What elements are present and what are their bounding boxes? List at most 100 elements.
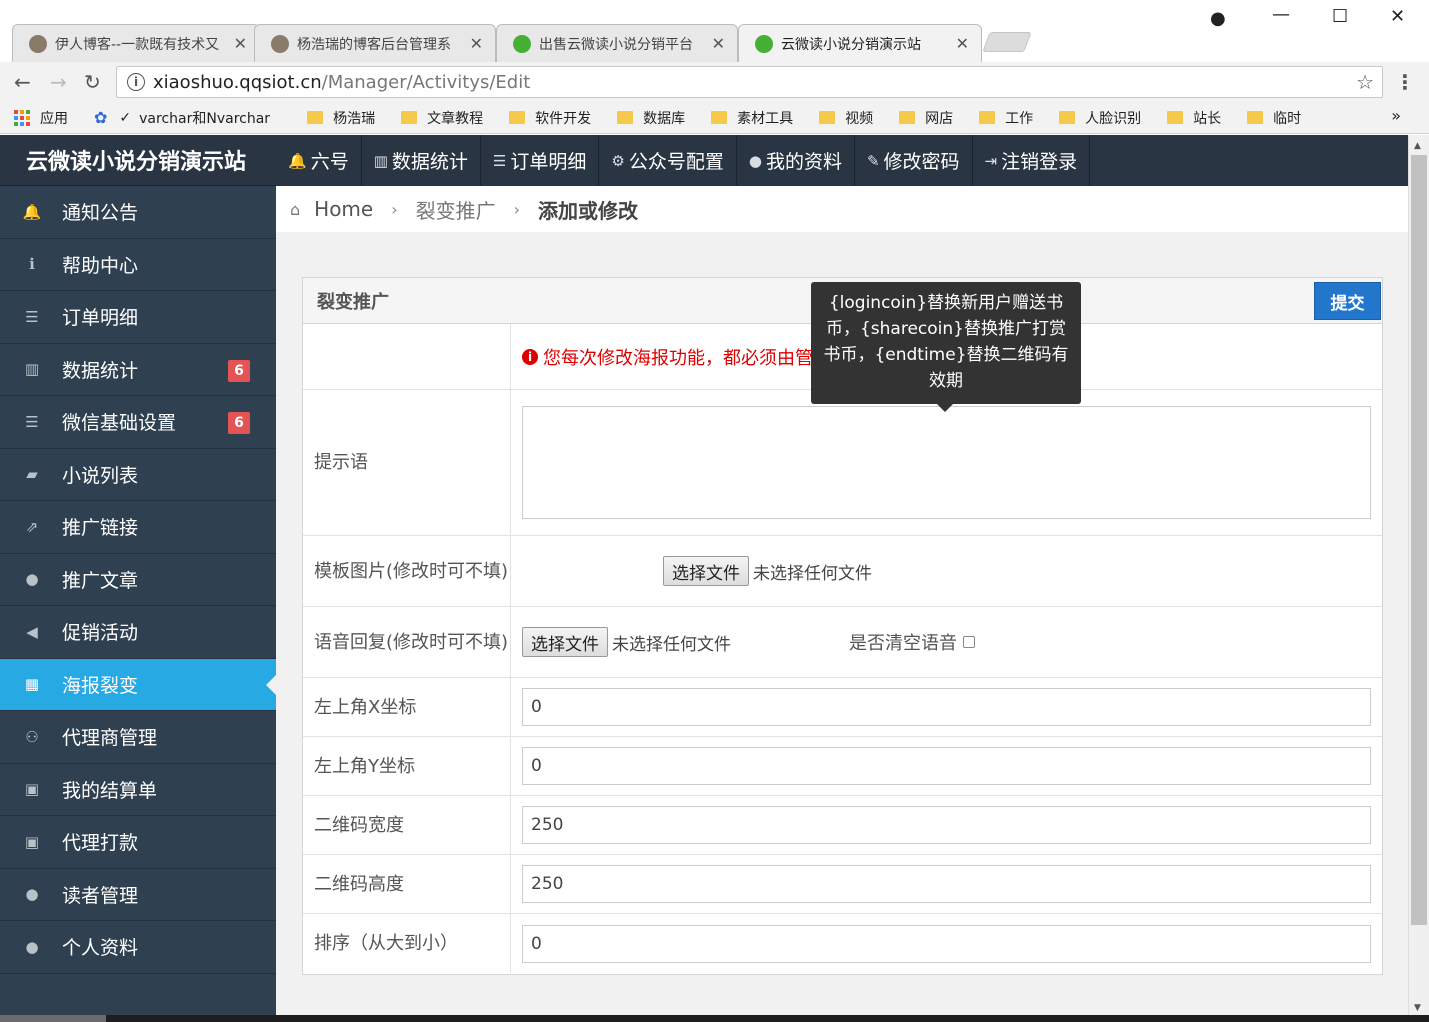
bookmark-folder[interactable]: 素材工具 — [711, 108, 793, 128]
share-icon: ⇗ — [25, 517, 39, 536]
bookmark-label: 网店 — [925, 110, 954, 127]
forward-arrow-icon[interactable]: → — [50, 70, 67, 94]
money-icon: ▣ — [24, 832, 40, 851]
info-icon[interactable]: i — [127, 73, 145, 91]
sidebar-item[interactable]: ▰ 小说列表 — [0, 449, 276, 501]
browser-tab-active[interactable]: 云微读小说分销演示站 ✕ — [738, 24, 982, 62]
profile-icon[interactable]: ● — [1210, 8, 1226, 29]
sidebar-item-label: 小说列表 — [62, 464, 139, 487]
sidebar-item[interactable]: ● 个人资料 — [0, 921, 276, 974]
topnav-item[interactable]: ☰ 订单明细 — [481, 135, 600, 186]
sidebar-item[interactable]: ℹ 帮助中心 — [0, 239, 276, 291]
sidebar-item[interactable]: ◀ 促销活动 — [0, 606, 276, 659]
bookmark-folder[interactable]: 视频 — [819, 108, 873, 128]
scroll-up-icon[interactable]: ▲ — [1414, 141, 1421, 151]
bookmark-label: 人脸识别 — [1085, 110, 1142, 127]
bookmark-folder[interactable]: 站长 — [1167, 108, 1221, 128]
bookmark-folder[interactable]: 文章教程 — [401, 108, 483, 128]
scrollbar-thumb[interactable] — [1411, 155, 1427, 925]
folder-icon — [899, 111, 916, 124]
clear-voice-checkbox[interactable] — [963, 636, 975, 648]
close-tab-icon[interactable]: ✕ — [712, 34, 725, 53]
bookmark-folder[interactable]: 数据库 — [617, 108, 685, 128]
paw-icon: ✿ — [94, 108, 108, 127]
close-tab-icon[interactable]: ✕ — [470, 34, 483, 53]
submit-button[interactable]: 提交 — [1314, 282, 1381, 320]
edit-icon: ✓ — [119, 109, 132, 126]
qr-height-input[interactable]: 250 — [522, 865, 1371, 903]
bookmark-varchar[interactable]: ✿ ✓ varchar和Nvarchar — [94, 108, 281, 128]
sidebar-item[interactable]: ▦ 海报裂变 — [0, 658, 276, 711]
topnav-label: 公众号配置 — [628, 151, 724, 173]
minimize-icon[interactable]: — — [1272, 4, 1290, 25]
browser-tab[interactable]: 杨浩瑞的博客后台管理系 ✕ — [254, 24, 496, 62]
bookmark-folder[interactable]: 人脸识别 — [1059, 108, 1141, 128]
back-arrow-icon[interactable]: ← — [14, 70, 31, 94]
sidebar-item[interactable]: ▣ 我的结算单 — [0, 764, 276, 816]
sidebar-item[interactable]: ● 推广文章 — [0, 554, 276, 606]
browser-menu-icon[interactable]: ⋮ — [1395, 70, 1415, 94]
sidebar-item[interactable]: ☰ 订单明细 — [0, 291, 276, 344]
close-tab-icon[interactable]: ✕ — [234, 34, 247, 53]
sidebar-item-label: 推广链接 — [62, 517, 139, 540]
template-choose-file-button[interactable]: 选择文件 — [663, 556, 749, 586]
window-close-icon[interactable]: ✕ — [1390, 6, 1405, 27]
sidebar-item-label: 推广文章 — [62, 569, 139, 592]
bookmark-folder[interactable]: 软件开发 — [509, 108, 591, 128]
sidebar-item[interactable]: ☰ 微信基础设置 6 — [0, 396, 276, 449]
sidebar-item[interactable]: ⇗ 推广链接 — [0, 501, 276, 554]
prompt-textarea[interactable] — [522, 406, 1371, 519]
sidebar-item[interactable]: 🔔 通知公告 — [0, 186, 276, 239]
comment-icon: ● — [25, 570, 39, 589]
scroll-down-icon[interactable]: ▼ — [1414, 1003, 1421, 1013]
bookmark-folder[interactable]: 杨浩瑞 — [307, 108, 375, 128]
topnav-label: 订单明细 — [510, 151, 587, 173]
bookmark-folder[interactable]: 临时 — [1247, 108, 1301, 128]
browser-tab[interactable]: 伊人博客--一款既有技术又 ✕ — [12, 24, 260, 62]
topnav-item[interactable]: ⇥ 注销登录 — [973, 135, 1091, 186]
sidebar-item[interactable]: ⚇ 代理商管理 — [0, 711, 276, 764]
sidebar-item[interactable]: ▣ 代理打款 — [0, 816, 276, 869]
x-coord-input[interactable]: 0 — [522, 688, 1371, 726]
bookmark-folder[interactable]: 工作 — [979, 108, 1033, 128]
new-tab-button[interactable] — [982, 32, 1032, 52]
brand-title[interactable]: 云微读小说分销演示站 — [0, 135, 276, 186]
topnav-label: 六号 — [310, 151, 349, 173]
address-bar[interactable]: i xiaoshuo.qqsiot.cn/Manager/Activitys/E… — [116, 66, 1383, 98]
sidebar-item-label: 订单明细 — [62, 307, 139, 330]
folder-icon — [711, 111, 728, 124]
topnav-item[interactable]: ✎ 修改密码 — [855, 135, 973, 186]
browser-tab[interactable]: 出售云微读小说分销平台 ✕ — [496, 24, 738, 62]
y-coord-input[interactable]: 0 — [522, 747, 1371, 785]
sidebar: 云微读小说分销演示站 🔔 通知公告 ℹ 帮助中心 ☰ 订单明细 ▥ 数据统计 6 ☰ 微信基础设置 6… — [0, 135, 276, 1015]
apps-grid-icon — [14, 109, 30, 126]
book-icon: ▰ — [26, 465, 38, 484]
close-tab-icon[interactable]: ✕ — [956, 34, 969, 53]
topnav-item[interactable]: ● 我的资料 — [737, 135, 855, 186]
maximize-icon[interactable]: ☐ — [1332, 6, 1348, 27]
wechat-favicon-icon — [755, 34, 773, 53]
wechat-favicon-icon — [513, 34, 531, 53]
reload-icon[interactable]: ↻ — [84, 70, 101, 94]
bookmark-apps[interactable]: 应用 — [14, 108, 68, 128]
bookmarks-bar: 应用 ✿ ✓ varchar和Nvarchar 杨浩瑞 文章教程 软件开发 数据… — [0, 102, 1429, 134]
bookmark-folder[interactable]: 网店 — [899, 108, 953, 128]
topnav-item[interactable]: ⚙ 公众号配置 — [599, 135, 737, 186]
sidebar-item-label: 促销活动 — [62, 622, 139, 645]
breadcrumb-parent[interactable]: 裂变推广 — [416, 195, 496, 224]
breadcrumb-home[interactable]: Home — [314, 197, 373, 221]
topnav-item[interactable]: ▥ 数据统计 — [362, 135, 481, 186]
voice-choose-file-button[interactable]: 选择文件 — [522, 627, 608, 657]
topnav-label: 数据统计 — [391, 151, 468, 173]
more-bookmarks-icon[interactable]: » — [1391, 106, 1401, 125]
sidebar-item[interactable]: ▥ 数据统计 6 — [0, 344, 276, 396]
topnav-item[interactable]: 🔔 六号 — [276, 135, 362, 186]
sidebar-item[interactable]: ● 读者管理 — [0, 869, 276, 921]
page-scrollbar[interactable]: ▲ ▼ — [1408, 135, 1429, 1015]
qr-width-input[interactable]: 250 — [522, 806, 1371, 844]
sort-input[interactable]: 0 — [522, 924, 1371, 963]
bookmark-label: 素材工具 — [737, 110, 794, 127]
bookmark-label: 杨浩瑞 — [333, 110, 376, 127]
prompt-row: 提示语 — [303, 390, 1382, 536]
bookmark-star-icon[interactable]: ☆ — [1356, 70, 1374, 94]
